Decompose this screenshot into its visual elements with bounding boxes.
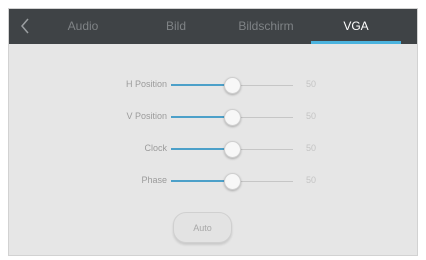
h-position-slider[interactable]	[171, 76, 293, 96]
tab-bar: Audio Bild Bildschirm VGA	[9, 9, 417, 44]
setting-value: 50	[306, 175, 317, 185]
tab-label: VGA	[343, 19, 369, 33]
slider-thumb[interactable]	[224, 173, 241, 190]
setting-value: 50	[306, 79, 317, 89]
setting-value: 50	[306, 111, 317, 121]
setting-label: H Position	[125, 79, 167, 89]
setting-value: 50	[306, 143, 317, 153]
setting-row-phase: Phase 50	[9, 172, 417, 192]
chevron-left-icon	[21, 18, 29, 34]
slider-thumb[interactable]	[224, 77, 241, 94]
setting-label: Clock	[144, 143, 167, 153]
tab-label: Audio	[67, 19, 99, 33]
back-button[interactable]	[18, 17, 32, 35]
active-tab-indicator	[311, 41, 401, 44]
vga-settings-window: Audio Bild Bildschirm VGA H Position 50 …	[8, 8, 418, 256]
slider-fill	[171, 84, 232, 86]
clock-slider[interactable]	[171, 140, 293, 160]
tab-audio[interactable]: Audio	[55, 9, 111, 44]
v-position-slider[interactable]	[171, 108, 293, 128]
phase-slider[interactable]	[171, 172, 293, 192]
tab-label: Bild	[165, 19, 186, 33]
tab-bild[interactable]: Bild	[156, 9, 196, 44]
slider-thumb[interactable]	[224, 141, 241, 158]
setting-row-clock: Clock 50	[9, 140, 417, 160]
tab-label: Bildschirm	[238, 19, 294, 33]
setting-label: V Position	[126, 111, 167, 121]
tab-bildschirm[interactable]: Bildschirm	[231, 9, 301, 44]
setting-row-h-position: H Position 50	[9, 76, 417, 96]
slider-thumb[interactable]	[224, 109, 241, 126]
setting-row-v-position: V Position 50	[9, 108, 417, 128]
slider-fill	[171, 148, 232, 150]
setting-label: Phase	[141, 175, 167, 185]
auto-button[interactable]: Auto	[173, 212, 232, 243]
slider-fill	[171, 116, 232, 118]
slider-fill	[171, 180, 232, 182]
tab-vga[interactable]: VGA	[311, 9, 401, 44]
